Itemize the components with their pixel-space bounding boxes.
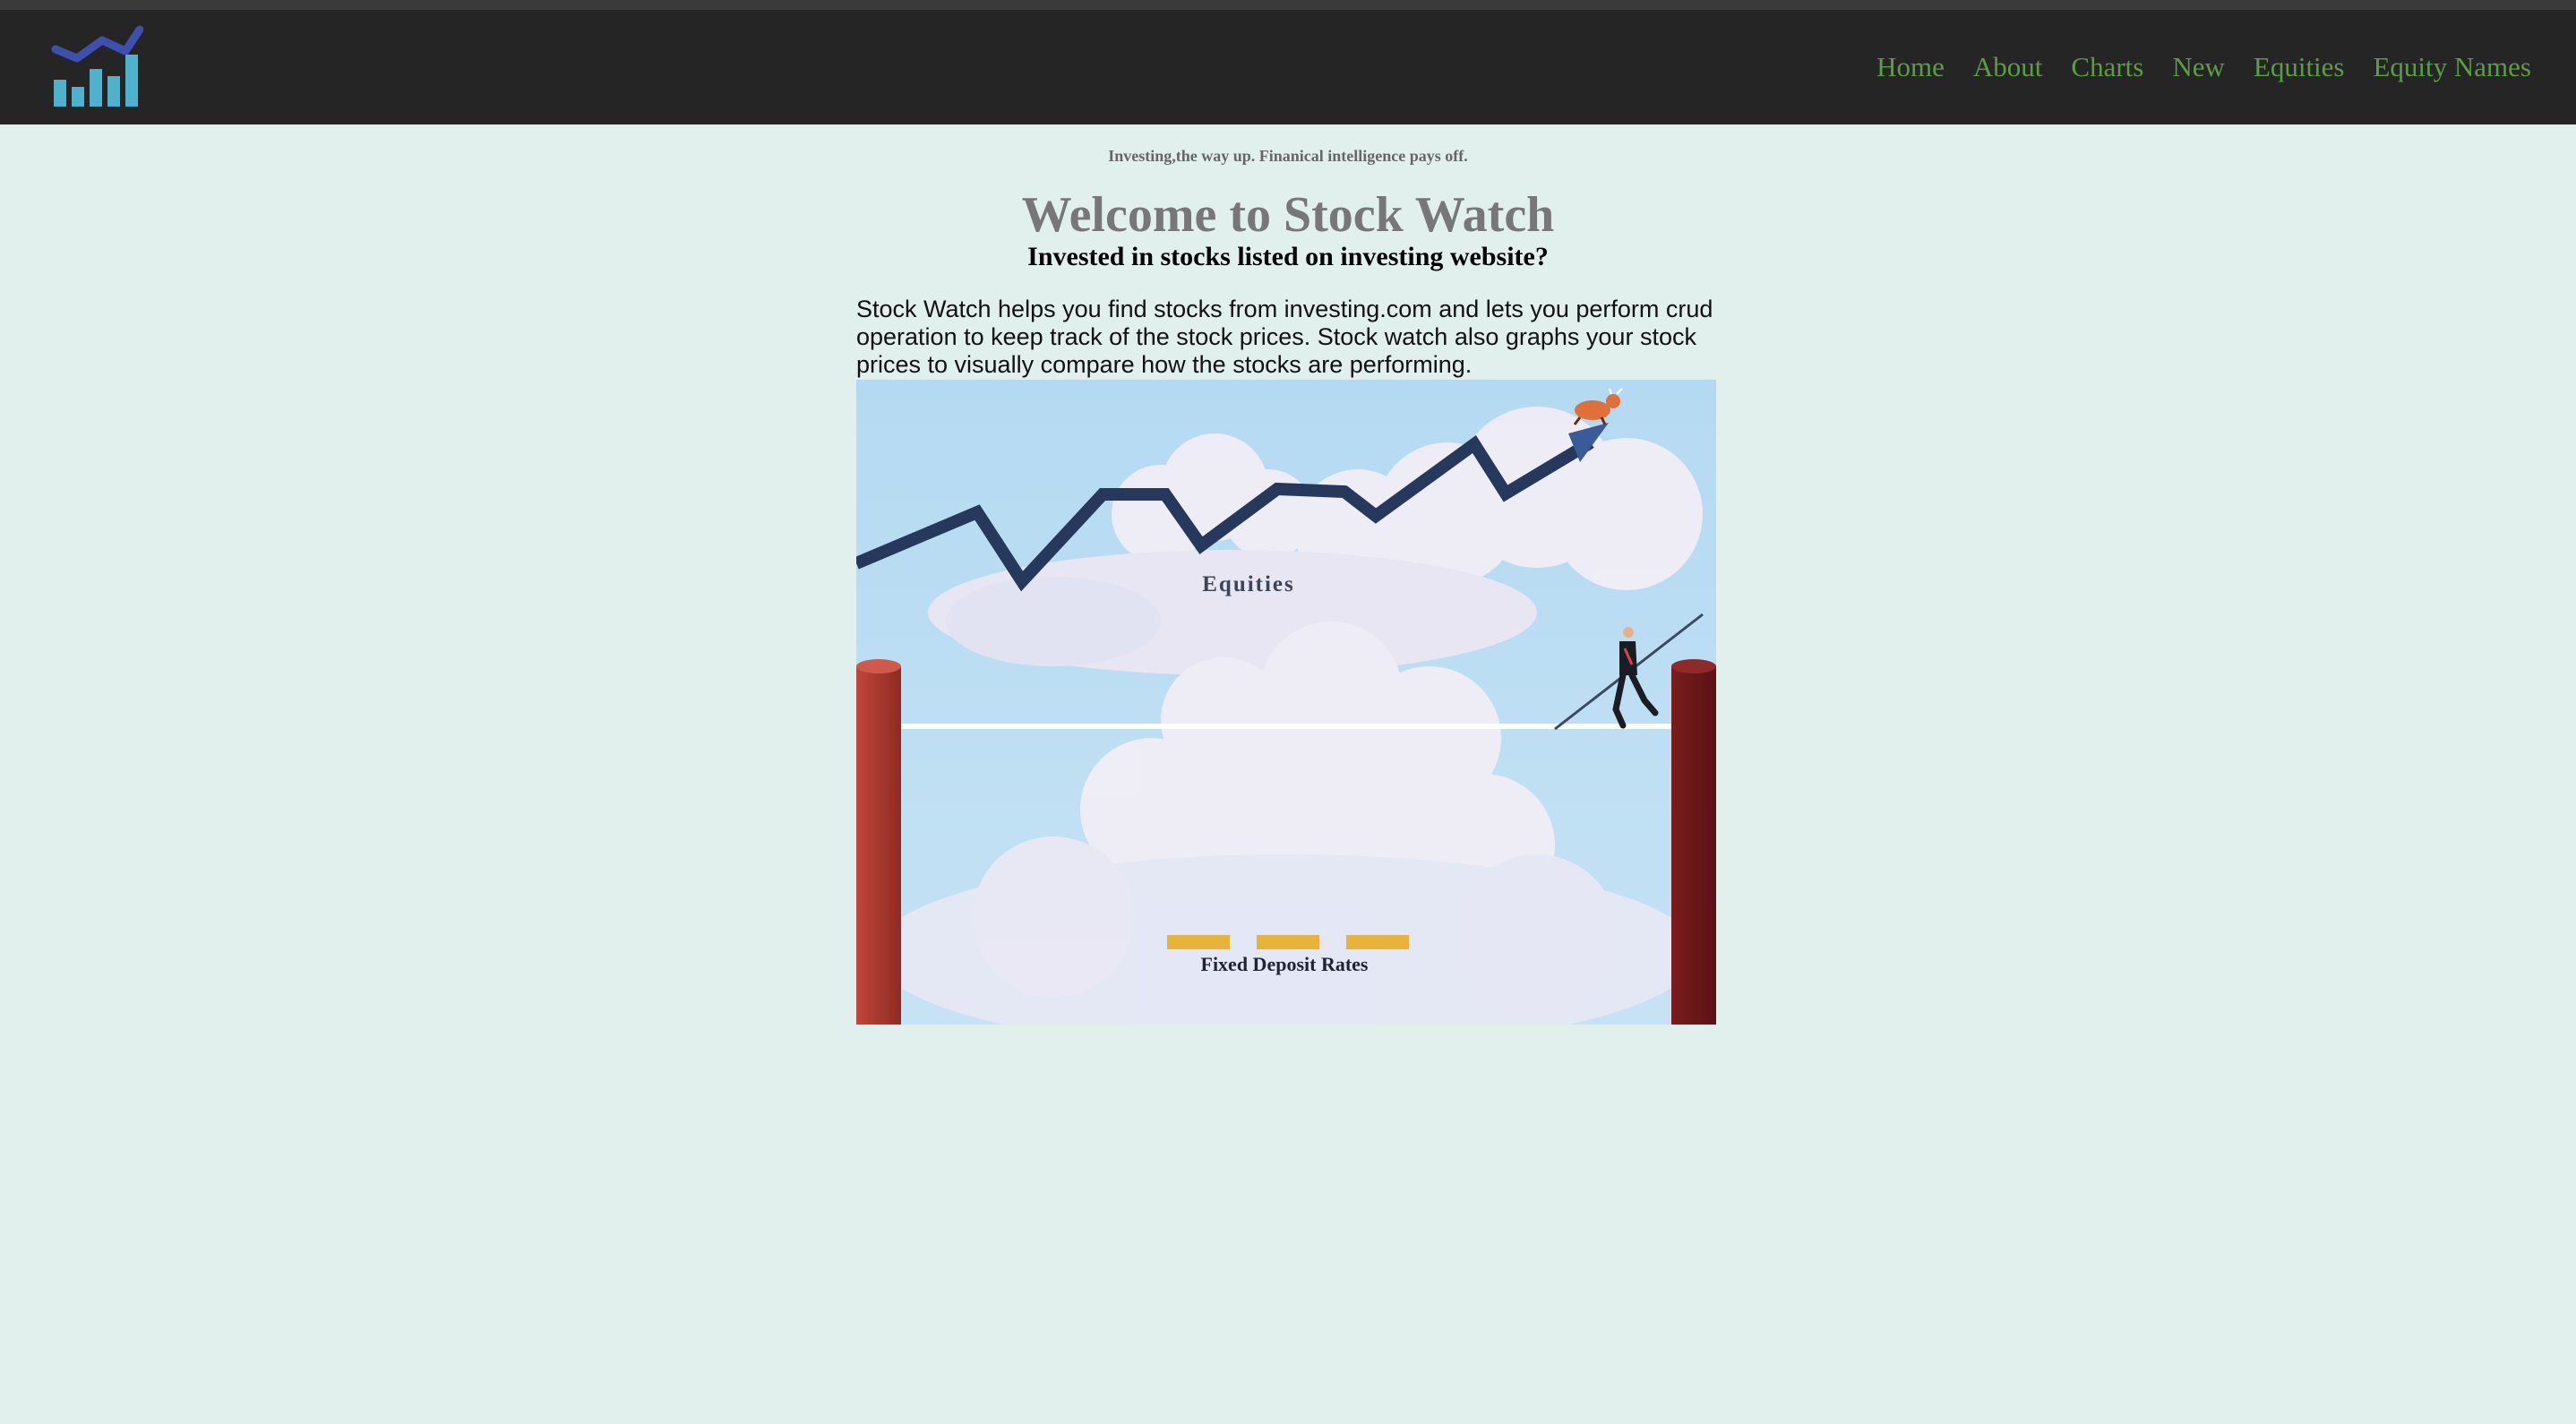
nav-equities[interactable]: Equities	[2254, 51, 2345, 83]
main-nav: Home About Charts New Equities Equity Na…	[1876, 10, 2531, 124]
bar-chart-trend-icon[interactable]	[50, 22, 143, 108]
nav-new[interactable]: New	[2172, 51, 2225, 83]
page-subtitle: Invested in stocks listed on investing w…	[1027, 242, 1549, 271]
tagline: Investing,the way up. Finanical intellig…	[1108, 147, 1468, 165]
equities-label: Equities	[1202, 572, 1295, 596]
hero-illustration: Equities Fixed Deposit Rates	[856, 380, 1716, 1025]
page-title: Welcome to Stock Watch	[1021, 187, 1555, 243]
navbar: Home About Charts New Equities Equity Na…	[0, 10, 2576, 124]
nav-charts[interactable]: Charts	[2071, 51, 2143, 83]
fixed-deposit-label: Fixed Deposit Rates	[1201, 953, 1369, 975]
equities-vs-deposits-illustration: Equities Fixed Deposit Rates	[856, 380, 1716, 1025]
nav-home[interactable]: Home	[1876, 51, 1945, 83]
description-text: Stock Watch helps you find stocks from i…	[856, 296, 1713, 378]
nav-equity-names[interactable]: Equity Names	[2374, 51, 2532, 83]
nav-about[interactable]: About	[1973, 51, 2043, 83]
